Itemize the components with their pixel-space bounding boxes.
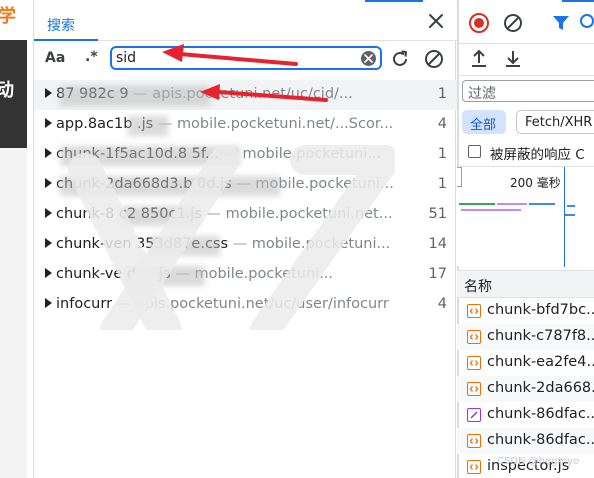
result-separator: — <box>112 296 136 312</box>
clear-search-icon[interactable] <box>361 51 376 66</box>
expand-triangle-icon[interactable] <box>45 298 52 308</box>
network-toolbar-secondary <box>457 44 594 76</box>
blocked-checkbox[interactable] <box>468 145 481 158</box>
page-background: 学 动 <box>0 0 27 478</box>
expand-triangle-icon[interactable] <box>45 238 52 248</box>
result-url: mobile.pocketuni... <box>242 146 382 162</box>
search-result-row[interactable]: chunk-ve d59.js — mobile.pocketuni...17 <box>34 260 457 290</box>
clear-icon[interactable] <box>502 12 524 34</box>
search-result-row[interactable]: infocurr — apis.pocketuni.net/uc/user/in… <box>34 290 457 320</box>
request-name: chunk-86dfac... <box>487 406 594 422</box>
request-name: chunk-86dfac... <box>487 432 594 448</box>
tab-search[interactable]: 搜索 <box>34 6 98 41</box>
result-count: 17 <box>428 266 447 282</box>
expand-triangle-icon[interactable] <box>45 208 52 218</box>
filter-chip-all[interactable]: 全部 <box>462 110 506 134</box>
request-row[interactable]: chunk-bfd7bc... <box>457 298 594 324</box>
search-input[interactable] <box>116 49 346 67</box>
redaction-blur <box>60 176 280 196</box>
js-file-icon <box>467 382 481 396</box>
search-toolbar: Aa .* <box>34 41 457 77</box>
request-name: chunk-c787f8... <box>487 328 594 344</box>
csdn-watermark: CSDN @hegmyo <box>497 456 580 467</box>
result-url: mobile.pocketuni... <box>194 266 334 282</box>
filter-icon[interactable] <box>550 12 572 34</box>
result-count: 1 <box>437 176 447 192</box>
result-url: mobile.pocketuni.net... <box>225 206 393 222</box>
request-row[interactable]: chunk-2da668... <box>457 376 594 402</box>
request-row[interactable]: chunk-ea2fe4... <box>457 350 594 376</box>
expand-triangle-icon[interactable] <box>45 148 52 158</box>
column-header-name[interactable]: 名称 <box>457 270 594 298</box>
css-file-icon <box>467 408 481 422</box>
result-count: 1 <box>437 146 447 162</box>
expand-triangle-icon[interactable] <box>45 88 52 98</box>
close-icon[interactable] <box>427 12 445 30</box>
import-har-icon[interactable] <box>468 48 490 70</box>
result-filename: infocurr <box>56 296 113 312</box>
result-count: 51 <box>428 206 447 222</box>
request-row[interactable]: chunk-86dfac... <box>457 402 594 428</box>
redaction-blur <box>60 146 240 166</box>
redaction-blur <box>120 206 200 226</box>
expand-triangle-icon[interactable] <box>45 118 52 128</box>
result-url: mobile.pocketuni.net/...Scor... <box>176 116 394 132</box>
expand-triangle-icon[interactable] <box>45 178 52 188</box>
regex-button[interactable]: .* <box>85 49 98 65</box>
redaction-blur <box>125 266 205 286</box>
search-result-row[interactable]: chunk-8 c2 850c1.js — mobile.pocketuni.n… <box>34 200 457 230</box>
result-url: apis.pocketuni.net/uc/user/infocurr <box>135 296 389 312</box>
result-separator: — <box>201 206 226 222</box>
cancel-search-icon[interactable] <box>423 48 445 70</box>
overview-time-label: 200 毫秒 <box>510 176 561 190</box>
request-name: chunk-bfd7bc... <box>487 302 594 318</box>
js-file-icon <box>467 356 481 370</box>
blocked-responses-toggle[interactable]: 被屏蔽的响应 C <box>467 142 594 163</box>
redaction-blur <box>128 116 168 136</box>
expand-triangle-icon[interactable] <box>45 268 52 278</box>
search-result-row[interactable]: app.8ac1b .js — mobile.pocketuni.net/...… <box>34 110 457 140</box>
result-count: 14 <box>428 236 447 252</box>
search-panel: 搜索 Aa .* 87 982c <box>33 0 457 478</box>
network-toolbar <box>457 0 594 44</box>
result-separator: — <box>228 236 252 252</box>
network-overview[interactable]: 200 毫秒 <box>457 166 594 267</box>
refresh-icon[interactable] <box>389 48 411 70</box>
match-case-button[interactable]: Aa <box>45 50 65 66</box>
redaction-blur <box>150 236 220 256</box>
page-heading-char: 学 <box>0 6 16 27</box>
page-nav-char: 动 <box>0 80 14 101</box>
drawer-tabbar: 搜索 <box>34 0 457 41</box>
result-count: 1 <box>437 86 447 102</box>
devtools-screenshot: 学 动 搜索 Aa .* sid apis.pocketuni.net/uc/c… <box>0 0 594 478</box>
filter-input[interactable]: 过滤 <box>462 80 594 102</box>
js-file-icon <box>467 304 481 318</box>
redaction-blur <box>60 86 210 106</box>
js-file-icon <box>467 434 481 448</box>
tab-search-label: 搜索 <box>47 18 75 34</box>
filter-placeholder: 过滤 <box>468 86 496 102</box>
js-file-icon <box>467 460 481 474</box>
request-row[interactable]: chunk-c787f8... <box>457 324 594 350</box>
request-name: chunk-2da668... <box>487 380 594 396</box>
blocked-label: 被屏蔽的响应 C <box>490 147 585 163</box>
result-url: mobile.pocketuni... <box>251 236 391 252</box>
search-result-row[interactable]: chunk-ven 353d87e.css — mobile.pocketuni… <box>34 230 457 260</box>
result-count: 4 <box>437 116 447 132</box>
result-count: 4 <box>437 296 447 312</box>
request-name: chunk-ea2fe4... <box>487 354 594 370</box>
search-icon[interactable] <box>578 12 594 34</box>
request-list: chunk-bfd7bc... chunk-c787f8... chunk-ea2f… <box>457 298 594 478</box>
record-icon[interactable] <box>468 12 490 34</box>
filter-chip-fetch-xhr[interactable]: Fetch/XHR <box>516 110 594 134</box>
request-row[interactable]: chunk-86dfac... <box>457 428 594 454</box>
search-results: 87 982c 9 — apis.pocketuni.net/uc/cjd/..… <box>34 80 457 320</box>
export-har-icon[interactable] <box>502 48 524 70</box>
js-file-icon <box>467 330 481 344</box>
network-panel: 过滤 全部 Fetch/XHR 被屏蔽的响应 C 200 毫秒 名称 chunk… <box>457 0 594 478</box>
search-box <box>110 46 382 70</box>
